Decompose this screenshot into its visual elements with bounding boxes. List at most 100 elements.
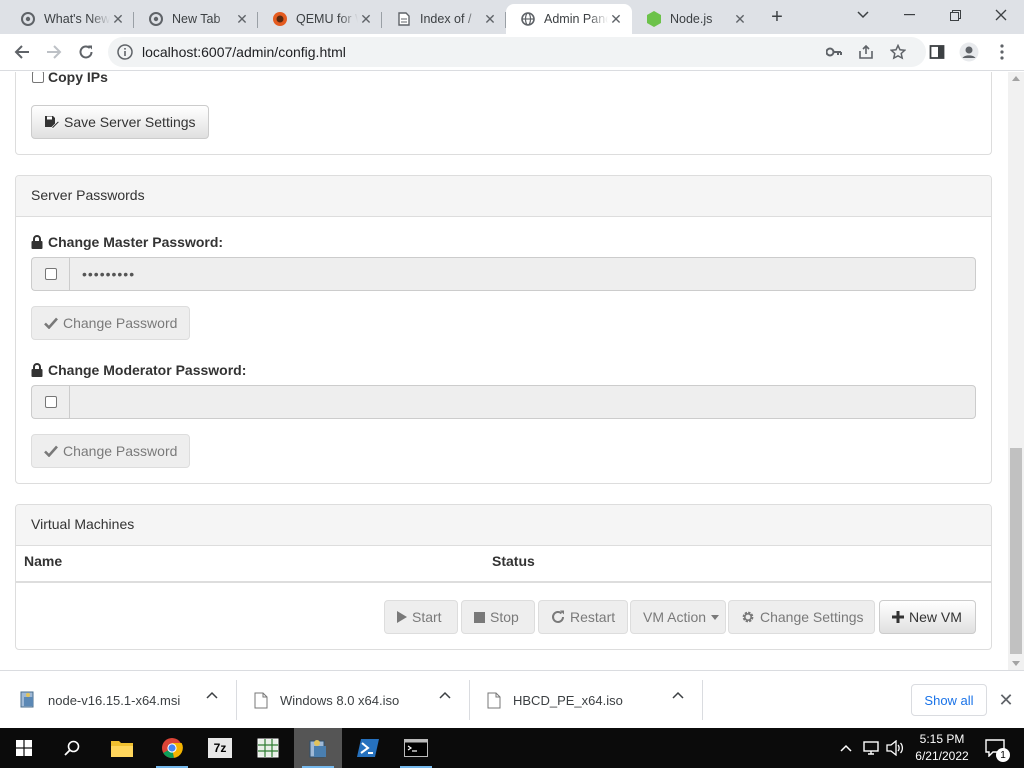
site-info-icon[interactable] <box>117 44 133 60</box>
start-label: Start <box>412 609 442 625</box>
change-master-password-button[interactable]: Change Password <box>31 306 191 340</box>
document-icon <box>396 11 412 27</box>
start-windows-icon[interactable] <box>0 728 48 768</box>
minimize-icon[interactable] <box>886 0 932 30</box>
download-filename: node-v16.15.1-x64.msi <box>48 692 181 708</box>
restore-icon[interactable] <box>932 0 978 30</box>
master-password-field[interactable]: ••••••••• <box>69 257 976 291</box>
stop-label: Stop <box>490 609 519 625</box>
virtual-machines-panel: Virtual Machines Name Status Start Stop … <box>15 504 992 650</box>
show-all-downloads-button[interactable]: Show all <box>911 684 987 716</box>
server-passwords-panel: Server Passwords Change Master Password:… <box>15 175 992 484</box>
tray-overflow-chevron-icon[interactable] <box>836 728 856 768</box>
reload-icon[interactable] <box>72 38 100 66</box>
tab-close-icon[interactable]: ✕ <box>358 11 374 27</box>
powershell-icon[interactable] <box>344 728 392 768</box>
chevron-up-icon[interactable] <box>672 691 684 699</box>
key-icon[interactable] <box>820 38 848 66</box>
spreadsheet-app-icon[interactable] <box>244 728 292 768</box>
clock-date: 6/21/2022 <box>915 749 969 763</box>
bookmark-star-icon[interactable] <box>884 38 912 66</box>
network-icon[interactable] <box>860 728 882 768</box>
back-arrow-icon[interactable] <box>8 38 36 66</box>
share-icon[interactable] <box>852 38 880 66</box>
scrollbar-thumb[interactable] <box>1010 448 1022 654</box>
tab-admin-panel[interactable]: Admin Panel ✕ <box>506 4 632 34</box>
tab-close-icon[interactable]: ✕ <box>234 11 250 27</box>
vm-action-label: VM Action <box>643 609 707 625</box>
new-vm-button[interactable]: New VM <box>879 600 976 634</box>
tab-close-icon[interactable]: ✕ <box>732 11 748 27</box>
scroll-up-arrow-icon[interactable] <box>1012 76 1020 81</box>
tab-close-icon[interactable]: ✕ <box>608 11 624 27</box>
start-vm-button[interactable]: Start <box>384 600 458 634</box>
server-settings-panel: Copy IPs Save Server Settings <box>15 72 992 155</box>
play-icon <box>397 611 407 623</box>
tab-qemu[interactable]: QEMU for Windows ✕ <box>258 4 382 34</box>
chrome-icon <box>148 11 164 27</box>
copy-ips-row: Copy IPs <box>32 72 108 85</box>
tab-title: Index of / <box>420 12 472 26</box>
plus-icon <box>892 611 904 623</box>
tab-close-icon[interactable]: ✕ <box>110 11 126 27</box>
system-clock[interactable]: 5:15 PM 6/21/2022 <box>906 731 978 765</box>
save-server-settings-button[interactable]: Save Server Settings <box>31 105 209 139</box>
globe-icon <box>520 11 536 27</box>
new-tab-plus-icon[interactable]: + <box>766 6 788 28</box>
moderator-password-label-text: Change Moderator Password: <box>48 362 247 378</box>
download-item[interactable]: node-v16.15.1-x64.msi <box>20 671 236 729</box>
tab-whats-new[interactable]: What's New ✕ <box>6 4 134 34</box>
master-password-group: ••••••••• <box>31 257 976 291</box>
search-icon[interactable] <box>48 728 96 768</box>
tab-index[interactable]: Index of / ✕ <box>382 4 506 34</box>
stop-vm-button[interactable]: Stop <box>461 600 535 634</box>
copy-ips-checkbox[interactable] <box>32 72 44 83</box>
download-shelf: node-v16.15.1-x64.msi Windows 8.0 x64.is… <box>0 670 1024 728</box>
forward-arrow-icon[interactable] <box>40 38 68 66</box>
moderator-password-checkbox[interactable] <box>44 396 57 408</box>
chevron-up-icon[interactable] <box>439 691 451 699</box>
installer-file-icon <box>20 691 36 709</box>
chrome-taskbar-icon[interactable] <box>148 728 196 768</box>
moderator-password-field[interactable] <box>69 385 976 419</box>
command-prompt-icon[interactable] <box>392 728 440 768</box>
scroll-down-arrow-icon[interactable] <box>1012 661 1020 666</box>
tab-nodejs[interactable]: Node.js ✕ <box>632 4 756 34</box>
master-password-checkbox[interactable] <box>44 268 57 280</box>
7zip-icon[interactable]: 7z <box>196 728 244 768</box>
clock-time: 5:15 PM <box>919 732 965 746</box>
check-icon <box>44 317 58 329</box>
volume-icon[interactable] <box>884 728 906 768</box>
address-bar[interactable]: localhost:6007/admin/config.html <box>108 37 926 67</box>
download-filename: HBCD_PE_x64.iso <box>513 692 623 708</box>
side-panel-icon[interactable] <box>923 38 951 66</box>
gear-icon <box>741 610 755 624</box>
change-settings-button[interactable]: Change Settings <box>728 600 875 634</box>
tab-search-chevron-icon[interactable] <box>840 0 886 30</box>
vm-action-dropdown[interactable]: VM Action <box>630 600 726 634</box>
profile-avatar-icon[interactable] <box>955 38 983 66</box>
close-download-shelf-icon[interactable]: ✕ <box>996 690 1016 710</box>
tab-title: What's New <box>44 12 110 26</box>
download-item[interactable]: Windows 8.0 x64.iso <box>254 671 469 729</box>
download-item[interactable]: HBCD_PE_x64.iso <box>487 671 702 729</box>
file-explorer-icon[interactable] <box>98 728 146 768</box>
more-menu-icon[interactable] <box>988 38 1016 66</box>
moderator-password-addon <box>31 385 69 419</box>
nodejs-icon <box>646 11 662 27</box>
new-vm-label: New VM <box>909 609 962 625</box>
tab-close-icon[interactable]: ✕ <box>482 11 498 27</box>
stop-icon <box>474 611 485 623</box>
change-moderator-password-button[interactable]: Change Password <box>31 434 191 468</box>
change-settings-label: Change Settings <box>760 609 864 625</box>
notifications-icon[interactable]: 1 <box>980 728 1010 768</box>
download-separator <box>702 680 703 720</box>
close-window-icon[interactable] <box>978 0 1024 30</box>
chrome-icon <box>20 11 36 27</box>
qemu-icon <box>272 11 288 27</box>
installer-taskbar-icon[interactable] <box>294 728 342 768</box>
tab-new-tab[interactable]: New Tab ✕ <box>134 4 258 34</box>
page-scrollbar[interactable] <box>1008 72 1024 670</box>
restart-vm-button[interactable]: Restart <box>538 600 628 634</box>
chevron-up-icon[interactable] <box>206 691 218 699</box>
